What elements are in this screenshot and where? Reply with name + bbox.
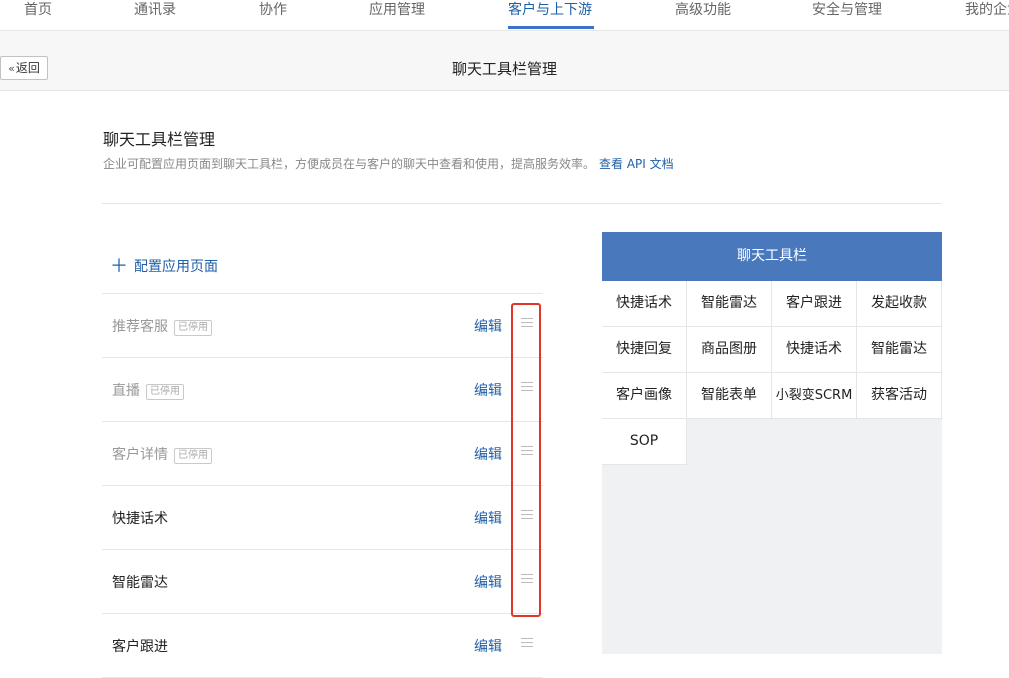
nav-security[interactable]: 安全与管理 bbox=[812, 0, 882, 30]
preview-cell: 客户跟进 bbox=[772, 281, 857, 327]
list-item: 客户跟进 编辑 bbox=[102, 613, 543, 678]
preview-title: 聊天工具栏 bbox=[602, 232, 942, 281]
item-name: 客户跟进 bbox=[112, 639, 168, 655]
plus-icon: ＋ bbox=[110, 256, 128, 277]
item-name: 客户详情 bbox=[112, 447, 168, 463]
edit-link[interactable]: 编辑 bbox=[474, 636, 502, 656]
preview-cell: SOP bbox=[602, 419, 687, 465]
item-name: 直播 bbox=[112, 383, 140, 399]
nav-app-management[interactable]: 应用管理 bbox=[369, 0, 425, 30]
nav-contacts[interactable]: 通讯录 bbox=[134, 0, 176, 30]
edit-link[interactable]: 编辑 bbox=[474, 316, 502, 336]
nav-active-indicator bbox=[508, 26, 594, 29]
disabled-badge: 已停用 bbox=[174, 448, 212, 464]
item-name: 快捷话术 bbox=[112, 511, 168, 527]
disabled-badge: 已停用 bbox=[146, 384, 184, 400]
top-nav: 首页 通讯录 协作 应用管理 客户与上下游 高级功能 安全与管理 我的企业 bbox=[0, 0, 1009, 31]
edit-link[interactable]: 编辑 bbox=[474, 444, 502, 464]
preview-cell: 智能雷达 bbox=[857, 327, 942, 373]
section-description: 企业可配置应用页面到聊天工具栏，方便成员在与客户的聊天中查看和使用，提高服务效率… bbox=[103, 155, 674, 172]
description-text: 企业可配置应用页面到聊天工具栏，方便成员在与客户的聊天中查看和使用，提高服务效率… bbox=[103, 157, 596, 171]
list-item: 智能雷达 编辑 bbox=[102, 549, 543, 613]
page-title: 聊天工具栏管理 bbox=[451, 60, 557, 78]
preview-cell: 快捷话术 bbox=[772, 327, 857, 373]
list-item: 推荐客服 已停用 编辑 bbox=[102, 293, 543, 357]
nav-home[interactable]: 首页 bbox=[24, 0, 52, 30]
preview-cell: 快捷话术 bbox=[602, 281, 687, 327]
list-item: 直播 已停用 编辑 bbox=[102, 357, 543, 421]
drag-handle-icon[interactable] bbox=[521, 638, 533, 648]
drag-handle-highlight bbox=[511, 303, 541, 617]
list-item: 客户详情 已停用 编辑 bbox=[102, 421, 543, 485]
nav-my-company[interactable]: 我的企业 bbox=[965, 0, 1009, 30]
preview-cell: 获客活动 bbox=[857, 373, 942, 419]
toolbar-item-list: 推荐客服 已停用 编辑 直播 已停用 编辑 客户详情 已停用 编辑 快捷话术 编辑 智… bbox=[102, 293, 543, 678]
preview-cell: 快捷回复 bbox=[602, 327, 687, 373]
nav-advanced[interactable]: 高级功能 bbox=[675, 0, 731, 30]
page-header: «返回 聊天工具栏管理 bbox=[0, 31, 1009, 91]
preview-cell: 客户画像 bbox=[602, 373, 687, 419]
list-item: 快捷话术 编辑 bbox=[102, 485, 543, 549]
disabled-badge: 已停用 bbox=[174, 320, 212, 336]
nav-collaboration[interactable]: 协作 bbox=[259, 0, 287, 30]
config-label: 配置应用页面 bbox=[134, 259, 218, 275]
api-doc-link[interactable]: 查看 API 文档 bbox=[599, 157, 674, 171]
edit-link[interactable]: 编辑 bbox=[474, 508, 502, 528]
preview-cell: 商品图册 bbox=[687, 327, 772, 373]
preview-cell: 小裂变SCRM bbox=[772, 373, 857, 419]
edit-link[interactable]: 编辑 bbox=[474, 572, 502, 592]
item-name: 推荐客服 bbox=[112, 319, 168, 335]
item-name: 智能雷达 bbox=[112, 575, 168, 591]
preview-cell: 智能雷达 bbox=[687, 281, 772, 327]
preview-cell: 智能表单 bbox=[687, 373, 772, 419]
edit-link[interactable]: 编辑 bbox=[474, 380, 502, 400]
preview-cell: 发起收款 bbox=[857, 281, 942, 327]
config-app-page-button[interactable]: ＋ 配置应用页面 bbox=[110, 252, 218, 278]
divider bbox=[102, 203, 942, 204]
section-title: 聊天工具栏管理 bbox=[103, 130, 216, 149]
toolbar-preview: 聊天工具栏 快捷话术 智能雷达 客户跟进 发起收款 快捷回复 商品图册 快捷话术… bbox=[602, 232, 942, 654]
